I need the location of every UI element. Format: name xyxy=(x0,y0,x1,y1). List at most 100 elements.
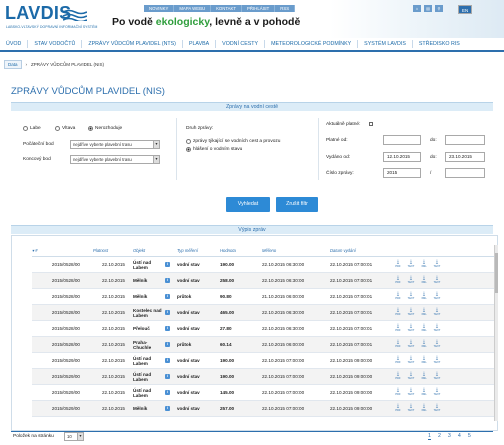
topnav-login[interactable]: PŘIHLÁSIT xyxy=(242,5,276,12)
clear-filter-button[interactable]: Zrušit filtr xyxy=(276,197,318,212)
download-icon[interactable]: ⤓ PDF xyxy=(394,356,402,365)
home-icon[interactable]: ⌂ xyxy=(413,5,421,12)
download-icon[interactable]: ⤓ TEXT xyxy=(407,388,415,397)
download-icon[interactable]: ⤓ XML xyxy=(420,404,428,413)
valid-from-input[interactable] xyxy=(383,135,421,145)
radio-nerozhoduje[interactable]: Nerozhoduje xyxy=(88,126,122,131)
nav-plavba[interactable]: PLAVBA xyxy=(183,40,217,48)
nav-stav-vodoctu[interactable]: STAV VODOČTŮ xyxy=(28,40,83,48)
current-checkbox[interactable] xyxy=(369,122,373,126)
download-icon[interactable]: ⤓ XML xyxy=(420,340,428,349)
radio-labe[interactable]: Labe xyxy=(23,126,41,131)
number-input[interactable] xyxy=(445,168,485,178)
info-icon[interactable]: i xyxy=(165,278,170,283)
download-icon[interactable]: ⤓ PDF xyxy=(394,292,402,301)
info-icon[interactable]: i xyxy=(165,326,170,331)
download-icon[interactable]: ⤓ TEXT xyxy=(407,340,415,349)
download-icon[interactable]: ⤓ TEXT xyxy=(433,340,441,349)
download-icon[interactable]: ⤓ TEXT xyxy=(407,356,415,365)
download-icon[interactable]: ⤓ PDF xyxy=(394,276,402,285)
download-icon[interactable]: ⤓ XML xyxy=(420,260,428,269)
nav-meteo[interactable]: METEOROLOGICKÉ PODMÍNKY xyxy=(265,40,359,48)
download-icon[interactable]: ⤓ TEXT xyxy=(433,356,441,365)
print-icon[interactable]: ▤ xyxy=(424,5,432,12)
download-icon[interactable]: ⤓ XML xyxy=(420,388,428,397)
download-icon[interactable]: ⤓ TEXT xyxy=(407,324,415,333)
download-icon[interactable]: ⤓ PDF xyxy=(394,340,402,349)
download-icon[interactable]: ⤓ TEXT xyxy=(433,308,441,317)
download-icon[interactable]: ⤓ XML xyxy=(420,276,428,285)
download-icon[interactable]: ⤓ PDF xyxy=(394,404,402,413)
download-icon[interactable]: ⤓ XML xyxy=(420,292,428,301)
download-icon[interactable]: ⤓ TEXT xyxy=(433,276,441,285)
info-icon[interactable]: i xyxy=(165,262,170,267)
nav-vodni-cesty[interactable]: VODNÍ CESTY xyxy=(216,40,266,48)
download-icon[interactable]: ⤓ TEXT xyxy=(433,292,441,301)
page-4[interactable]: 4 xyxy=(458,433,461,440)
info-icon[interactable]: i xyxy=(165,374,170,379)
info-icon[interactable]: i xyxy=(165,310,170,315)
download-icon[interactable]: ⤓ XML xyxy=(420,372,428,381)
download-icon[interactable]: ⤓ TEXT xyxy=(407,404,415,413)
start-select[interactable]: nejdříve vyberte plavební trasu ▼ xyxy=(70,140,160,149)
scrollbar[interactable] xyxy=(494,245,498,421)
radio-type-water-level[interactable]: hlášení o vodním stavu xyxy=(186,147,242,152)
info-icon[interactable]: i xyxy=(165,406,170,411)
topnav-sitemap[interactable]: MAPA WEBU xyxy=(174,5,212,12)
download-icon[interactable]: ⤓ PDF xyxy=(394,324,402,333)
info-icon[interactable]: i xyxy=(165,342,170,347)
issued-to-input[interactable]: 23.10.2015 xyxy=(445,152,485,162)
download-icon[interactable]: ⤓ PDF xyxy=(394,372,402,381)
col-value[interactable]: Hodnota xyxy=(220,248,260,253)
download-icon[interactable]: ⤓ TEXT xyxy=(407,372,415,381)
page-3[interactable]: 3 xyxy=(448,433,451,440)
topnav-rss[interactable]: RSS xyxy=(275,5,296,12)
logo[interactable]: LAVDIS xyxy=(5,3,87,24)
download-icon[interactable]: ⤓ TEXT xyxy=(433,260,441,269)
download-icon[interactable]: ⤓ PDF xyxy=(394,260,402,269)
download-icon[interactable]: ⤓ PDF xyxy=(394,388,402,397)
number-year-input[interactable]: 2015 xyxy=(383,168,421,178)
download-icon[interactable]: ⤓ TEXT xyxy=(407,308,415,317)
download-icon[interactable]: ⤓ TEXT xyxy=(407,260,415,269)
download-icon[interactable]: ⤓ TEXT xyxy=(433,388,441,397)
topnav-contact[interactable]: KONTAKT xyxy=(211,5,243,12)
topnav-news[interactable]: NOVINKY xyxy=(144,5,175,12)
lang-en[interactable]: EN xyxy=(458,5,473,14)
nav-uvod[interactable]: ÚVOD xyxy=(0,40,29,48)
col-number[interactable]: ▾ # xyxy=(32,248,80,253)
nav-zpravy[interactable]: ZPRÁVY VŮDCŮM PLAVIDEL (NTS) xyxy=(82,40,183,48)
issued-from-input[interactable]: 12.10.2015 xyxy=(383,152,421,162)
search-button[interactable]: Vyhledat xyxy=(226,197,270,212)
col-issued[interactable]: Datum vydání xyxy=(330,248,394,253)
download-icon[interactable]: ⤓ TEXT xyxy=(433,372,441,381)
info-icon[interactable]: i xyxy=(165,294,170,299)
col-type[interactable]: Typ měření xyxy=(172,248,220,253)
download-icon[interactable]: ⤓ XML xyxy=(420,356,428,365)
valid-to-input[interactable] xyxy=(445,135,485,145)
breadcrumb-home[interactable]: Data xyxy=(4,60,22,69)
download-icon[interactable]: ⤓ XML xyxy=(420,308,428,317)
search-icon[interactable]: ⚲ xyxy=(435,5,443,12)
col-measured[interactable]: Měřeno xyxy=(260,248,330,253)
scrollbar-thumb[interactable] xyxy=(495,253,498,293)
nav-stredisko-ris[interactable]: STŘEDISKO RIS xyxy=(413,40,466,48)
page-5[interactable]: 5 xyxy=(468,433,471,440)
download-icon[interactable]: ⤓ XML xyxy=(420,324,428,333)
per-page-select[interactable]: 10 ▼ xyxy=(64,432,84,441)
download-icon[interactable]: ⤓ TEXT xyxy=(433,404,441,413)
radio-type-traffic[interactable]: zprávy týkající se vodních cest a provoz… xyxy=(186,139,280,144)
page-1[interactable]: 1 xyxy=(428,433,431,440)
end-select[interactable]: nejdříve vyberte plavební trasu ▼ xyxy=(70,155,160,164)
nav-system-lavdis[interactable]: SYSTÉM LAVDIS xyxy=(358,40,413,48)
info-icon[interactable]: i xyxy=(165,390,170,395)
radio-vltava[interactable]: Vltava xyxy=(55,126,75,131)
col-object[interactable]: Objekt xyxy=(125,248,163,253)
download-icon[interactable]: ⤓ TEXT xyxy=(407,292,415,301)
download-icon[interactable]: ⤓ PDF xyxy=(394,308,402,317)
download-icon[interactable]: ⤓ TEXT xyxy=(433,324,441,333)
info-icon[interactable]: i xyxy=(165,358,170,363)
col-validity[interactable]: Platnost xyxy=(80,248,125,253)
page-2[interactable]: 2 xyxy=(438,433,441,440)
download-icon[interactable]: ⤓ TEXT xyxy=(407,276,415,285)
